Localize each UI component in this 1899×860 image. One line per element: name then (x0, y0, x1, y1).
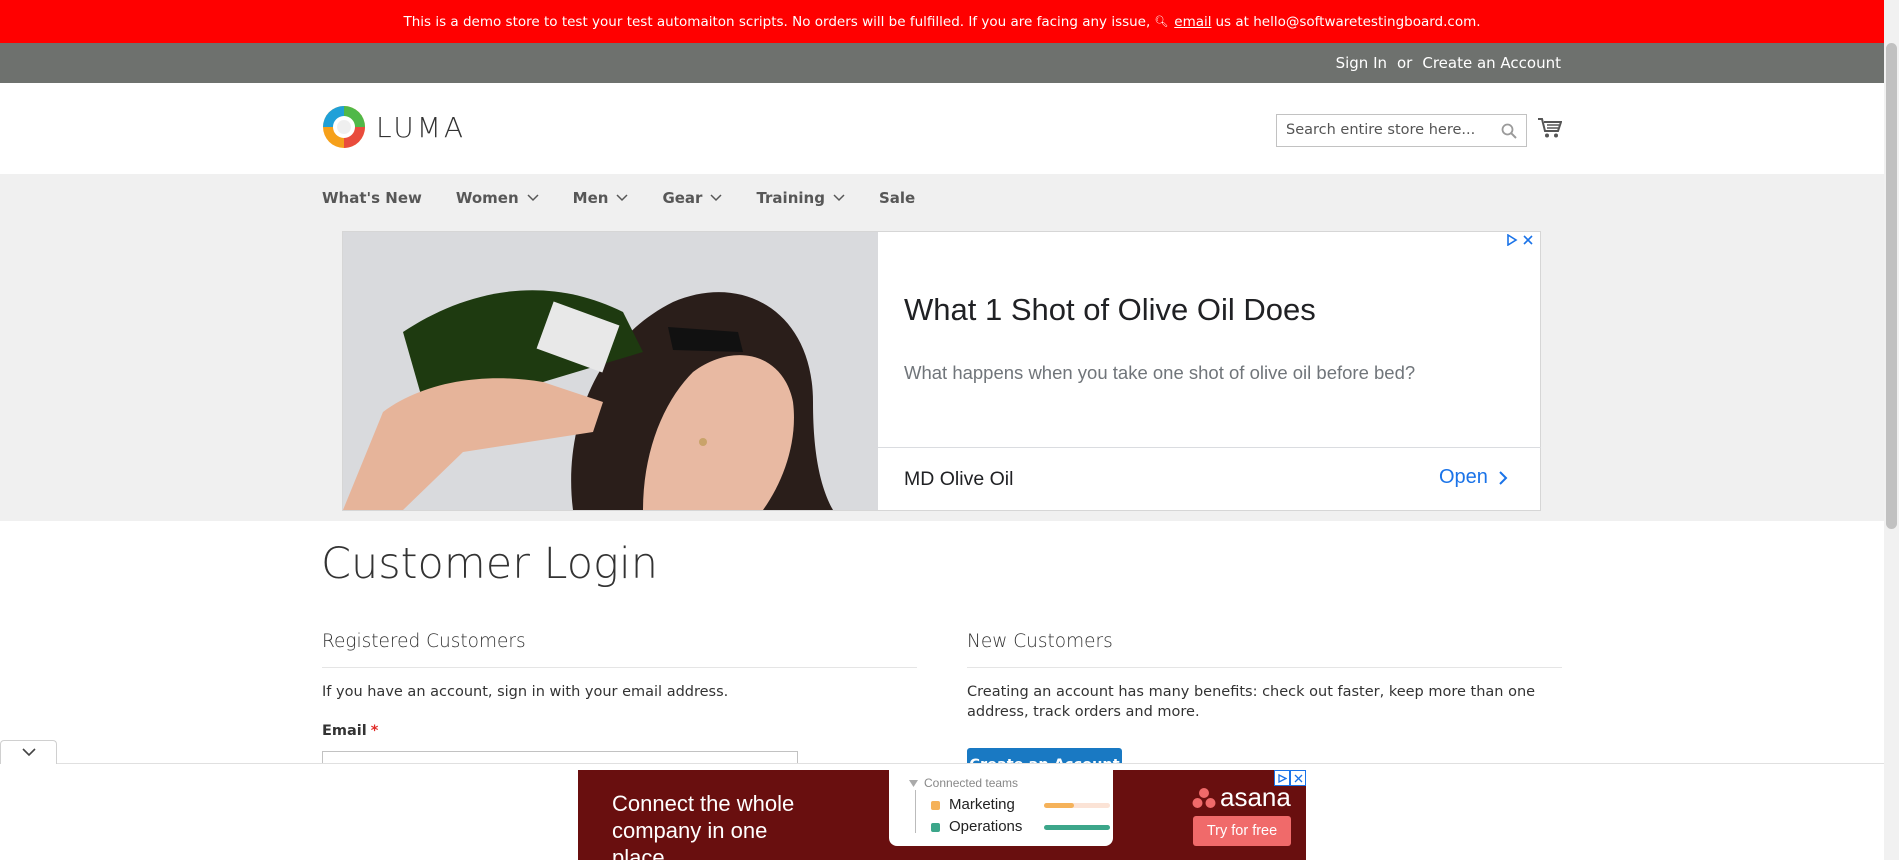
or-separator: or (1397, 54, 1413, 72)
ad-description[interactable]: What happens when you take one shot of o… (904, 362, 1415, 384)
display-ad[interactable]: What 1 Shot of Olive Oil Does What happe… (342, 231, 1541, 511)
team-row: Operations (949, 818, 1022, 835)
team-color-marker (931, 801, 940, 810)
close-icon[interactable] (1290, 770, 1306, 786)
site-header: LUMA Search entire store here... (0, 83, 1884, 174)
close-icon[interactable] (1522, 234, 1534, 246)
asana-logo-icon (1192, 787, 1216, 808)
nav-item-women[interactable]: Women (456, 189, 539, 207)
chevron-down-icon (616, 194, 628, 202)
luma-logo[interactable]: LUMA (322, 105, 466, 149)
adchoices-icon[interactable] (1274, 770, 1290, 786)
card-header: Connected teams (909, 776, 1018, 790)
nav-label: Men (572, 189, 609, 207)
cart-icon[interactable] (1538, 117, 1562, 139)
registered-intro: If you have an account, sign in with you… (322, 684, 729, 700)
tree-line (915, 790, 916, 833)
divider (322, 667, 917, 668)
search-input[interactable]: Search entire store here... (1276, 114, 1527, 147)
email-label-text: Email (322, 723, 367, 739)
ad-image[interactable] (343, 232, 878, 510)
adchoices-icon[interactable] (1506, 234, 1518, 246)
demo-notice-bar: This is a demo store to test your test a… (0, 0, 1884, 43)
card-header-label: Connected teams (924, 776, 1019, 790)
new-customers-title: New Customers (967, 631, 1113, 652)
team-name: Marketing (949, 796, 1015, 813)
scrollbar-thumb[interactable] (1886, 43, 1897, 529)
progress-fill (1044, 825, 1110, 830)
chevron-right-icon (1499, 470, 1508, 485)
nav-item-sale[interactable]: Sale (879, 189, 915, 207)
nav-item-training[interactable]: Training (756, 189, 845, 207)
banner-headline: Connect the whole company in one place (612, 791, 795, 860)
new-customers-text: Creating an account has many benefits: c… (967, 684, 1536, 720)
create-account-link[interactable]: Create an Account (1422, 54, 1561, 72)
account-links: Sign In or Create an Account (1336, 43, 1561, 83)
ad-divider (878, 447, 1541, 448)
nav-label: Training (756, 189, 825, 207)
progress-fill (1044, 803, 1074, 808)
chevron-down-icon (21, 748, 36, 757)
asana-wordmark: asana (1220, 782, 1291, 812)
main-navigation: What's New Women Men Gear Training Sale (322, 174, 949, 222)
ad-open-button[interactable]: Open (1439, 466, 1508, 489)
asana-logo: asana (1192, 782, 1291, 813)
collapse-ad-toggle[interactable] (0, 740, 57, 764)
demo-notice-text: This is a demo store to test your test a… (403, 13, 1151, 30)
nav-label: Gear (662, 189, 703, 207)
nav-label: What's New (322, 189, 422, 207)
search-icon[interactable] (1501, 123, 1517, 139)
sign-in-link[interactable]: Sign In (1336, 54, 1387, 72)
demo-notice-text-end: us at hello@softwaretestingboard.com. (1215, 13, 1481, 30)
search-placeholder: Search entire store here... (1286, 122, 1476, 138)
registered-customers-title: Registered Customers (322, 631, 526, 652)
ad-advertiser[interactable]: MD Olive Oil (904, 468, 1013, 491)
nav-item-whats-new[interactable]: What's New (322, 189, 422, 207)
key-icon: 🔍︎ (1154, 15, 1169, 28)
divider (967, 667, 1562, 668)
asana-banner-ad[interactable]: Connect the whole company in one place C… (578, 770, 1306, 860)
required-marker: * (370, 723, 379, 739)
nav-item-men[interactable]: Men (573, 189, 629, 207)
ad-choices[interactable] (1274, 770, 1306, 786)
caret-down-icon (909, 779, 918, 787)
header-panel: Sign In or Create an Account (0, 43, 1884, 83)
page-scrollbar[interactable] (1884, 0, 1899, 860)
logo-wordmark: LUMA (376, 110, 467, 144)
try-for-free-label: Try for free (1206, 823, 1278, 839)
nav-item-gear[interactable]: Gear (662, 189, 722, 207)
team-color-marker (931, 823, 940, 832)
ad-title[interactable]: What 1 Shot of Olive Oil Does (904, 292, 1316, 328)
ad-photo (343, 232, 878, 510)
team-name: Operations (949, 818, 1023, 835)
luma-logo-icon (323, 106, 365, 148)
try-for-free-button[interactable]: Try for free (1193, 816, 1291, 846)
chevron-down-icon (710, 194, 722, 202)
chevron-down-icon (527, 194, 539, 202)
page-title: Customer Login (321, 539, 659, 589)
ad-open-label: Open (1439, 466, 1488, 488)
chevron-down-icon (833, 194, 845, 202)
nav-label: Sale (878, 189, 916, 207)
email-link[interactable]: email (1174, 14, 1211, 30)
connected-teams-card: Connected teams Marketing Operations (889, 770, 1113, 846)
email-label: Email * (322, 723, 378, 739)
ad-choices[interactable] (1506, 234, 1534, 246)
nav-label: Women (455, 189, 519, 207)
team-row: Marketing (949, 796, 1015, 813)
